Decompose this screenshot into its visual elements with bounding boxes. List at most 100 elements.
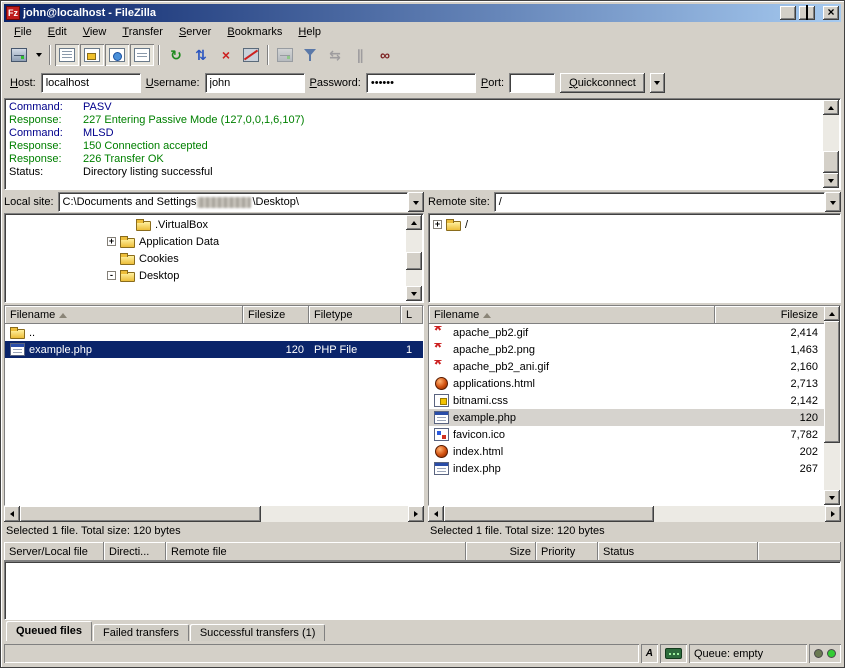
site-manager-button[interactable] — [7, 44, 31, 66]
file-row-selected[interactable]: example.php 120 — [429, 409, 840, 426]
local-site-path[interactable]: C:\Documents and Settings \Desktop\ — [58, 192, 408, 212]
toggle-message-log-button[interactable] — [55, 44, 79, 66]
scroll-left-button[interactable] — [428, 506, 444, 522]
column-header-filename[interactable]: Filename — [429, 306, 715, 324]
scroll-right-button[interactable] — [408, 506, 424, 522]
column-header-direction[interactable]: Directi... — [104, 542, 166, 561]
toggle-local-tree-button[interactable] — [80, 44, 104, 66]
maximize-button[interactable] — [799, 6, 815, 20]
find-files-button[interactable]: ∞ — [373, 44, 397, 66]
tree-item[interactable]: Cookies — [7, 250, 403, 267]
scroll-thumb[interactable] — [824, 321, 840, 443]
reconnect-button[interactable] — [273, 44, 297, 66]
file-row[interactable]: favicon.ico 7,782 — [429, 426, 840, 443]
scroll-thumb[interactable] — [20, 506, 261, 522]
file-row[interactable]: apache_pb2_ani.gif 2,160 — [429, 358, 840, 375]
column-header-last-modified[interactable]: L — [401, 306, 423, 324]
file-row[interactable]: index.html 202 — [429, 443, 840, 460]
scroll-thumb[interactable] — [444, 506, 654, 522]
tree-item[interactable]: + / — [431, 216, 820, 233]
scroll-thumb[interactable] — [406, 252, 422, 270]
scroll-down-button[interactable] — [406, 286, 422, 301]
column-header-filename[interactable]: Filename — [5, 306, 243, 324]
file-row[interactable]: bitnami.css 2,142 — [429, 392, 840, 409]
file-row-selected[interactable]: example.php 120 PHP File 1 — [5, 341, 423, 358]
file-row[interactable]: index.php 267 — [429, 460, 840, 477]
disconnect-button[interactable] — [239, 44, 263, 66]
file-row[interactable]: apache_pb2.png 1,463 — [429, 341, 840, 358]
tree-item[interactable]: .VirtualBox — [7, 216, 403, 233]
menu-edit[interactable]: Edit — [40, 24, 75, 40]
remote-vertical-scrollbar[interactable] — [824, 306, 840, 505]
scroll-track[interactable] — [20, 506, 408, 522]
tree-item[interactable]: + Application Data — [7, 233, 403, 250]
scroll-track[interactable] — [444, 506, 825, 522]
refresh-button[interactable]: ↻ — [164, 44, 188, 66]
remote-site-combo-arrow[interactable] — [825, 192, 841, 212]
scroll-down-button[interactable] — [823, 173, 839, 188]
scroll-left-button[interactable] — [4, 506, 20, 522]
local-site-combo[interactable]: C:\Documents and Settings \Desktop\ — [58, 192, 424, 212]
tab-successful-transfers[interactable]: Successful transfers (1) — [190, 624, 326, 641]
scroll-down-button[interactable] — [824, 490, 840, 505]
remote-horizontal-scrollbar[interactable] — [428, 506, 841, 522]
tree-collapse-icon[interactable]: - — [107, 271, 116, 280]
scroll-up-button[interactable] — [406, 215, 422, 230]
port-input[interactable] — [509, 73, 555, 93]
file-row[interactable]: apache_pb2.gif 2,414 — [429, 324, 840, 341]
ascii-indicator[interactable]: A — [641, 644, 658, 663]
scroll-track[interactable] — [823, 115, 839, 173]
menu-server[interactable]: Server — [171, 24, 219, 40]
column-header-filesize[interactable]: Filesize — [715, 306, 840, 324]
minimize-button[interactable] — [780, 6, 796, 20]
column-header-filesize[interactable]: Filesize — [243, 306, 309, 324]
scroll-up-button[interactable] — [823, 100, 839, 115]
directory-comparison-button[interactable]: ⇆ — [323, 44, 347, 66]
menu-transfer[interactable]: Transfer — [114, 24, 171, 40]
tree-expand-icon[interactable]: + — [107, 237, 116, 246]
cancel-button[interactable]: × — [214, 44, 238, 66]
password-input[interactable] — [366, 73, 476, 93]
tab-queued-files[interactable]: Queued files — [6, 621, 92, 641]
toggle-queue-button[interactable] — [130, 44, 154, 66]
host-input[interactable] — [41, 73, 141, 93]
column-header-status[interactable]: Status — [598, 542, 758, 561]
close-button[interactable] — [823, 6, 839, 20]
process-queue-button[interactable]: ⇅ — [189, 44, 213, 66]
column-header-filetype[interactable]: Filetype — [309, 306, 401, 324]
quickconnect-button[interactable]: Quickconnect — [560, 73, 645, 93]
column-header-size[interactable]: Size — [466, 542, 536, 561]
username-input[interactable] — [205, 73, 305, 93]
log-vertical-scrollbar[interactable] — [823, 100, 839, 188]
filter-button[interactable] — [298, 44, 322, 66]
menu-bookmarks[interactable]: Bookmarks — [219, 24, 290, 40]
file-row[interactable]: applications.html 2,713 — [429, 375, 840, 392]
app-icon[interactable]: Fz — [6, 6, 20, 20]
encryption-indicator[interactable] — [660, 644, 687, 663]
local-horizontal-scrollbar[interactable] — [4, 506, 424, 522]
quickconnect-dropdown-button[interactable] — [650, 73, 665, 93]
remote-site-path[interactable]: / — [494, 192, 825, 212]
title-bar[interactable]: Fz john@localhost - FileZilla — [4, 4, 841, 22]
scroll-thumb[interactable] — [823, 151, 839, 173]
tree-expand-icon[interactable]: + — [433, 220, 442, 229]
synchronized-browsing-button[interactable]: ∥ — [348, 44, 372, 66]
menu-file[interactable]: File — [6, 24, 40, 40]
column-header-priority[interactable]: Priority — [536, 542, 598, 561]
scroll-up-button[interactable] — [824, 306, 840, 321]
scroll-track[interactable] — [406, 230, 422, 286]
tab-failed-transfers[interactable]: Failed transfers — [93, 624, 189, 641]
scroll-track[interactable] — [824, 321, 840, 490]
column-header-remote-file[interactable]: Remote file — [166, 542, 466, 561]
menu-help[interactable]: Help — [290, 24, 329, 40]
local-tree-vertical-scrollbar[interactable] — [406, 215, 422, 301]
column-header-server-local-file[interactable]: Server/Local file — [4, 542, 104, 561]
local-site-combo-arrow[interactable] — [408, 192, 424, 212]
tree-item[interactable]: - Desktop — [7, 267, 403, 284]
scroll-right-button[interactable] — [825, 506, 841, 522]
remote-site-combo[interactable]: / — [494, 192, 841, 212]
file-row[interactable]: .. — [5, 324, 423, 341]
toggle-remote-tree-button[interactable] — [105, 44, 129, 66]
site-manager-dropdown-button[interactable] — [32, 44, 45, 66]
menu-view[interactable]: View — [75, 24, 115, 40]
